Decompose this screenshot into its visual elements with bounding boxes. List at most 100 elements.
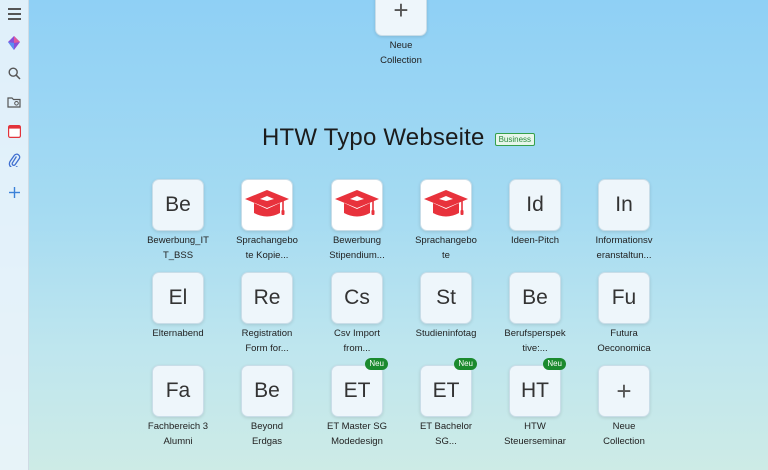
collection-tile[interactable]: ET Neu	[331, 358, 388, 417]
tile-abbreviation: Id	[526, 193, 544, 216]
collection-tile[interactable]: Cs	[331, 272, 383, 324]
tile-abbreviation: El	[168, 286, 188, 309]
graduation-cap-icon	[423, 188, 469, 222]
tile-label-line: ET Bachelor	[419, 421, 473, 432]
new-collection-label: Neue Collection	[380, 40, 422, 66]
collection-tile[interactable]: Be	[241, 365, 293, 417]
tile-label-line: Erdgas	[251, 436, 283, 447]
tile-label-line: Form for...	[245, 343, 289, 354]
tile-abbreviation: Be	[165, 193, 191, 216]
tile-abbreviation: Be	[522, 286, 548, 309]
collection-tile[interactable]: HT Neu	[509, 358, 566, 417]
tile-label-line: Berufsperspek	[504, 328, 566, 339]
tile-label[interactable]: Bewerbung Stipendium...	[315, 233, 399, 263]
tile-abbreviation: HT	[521, 379, 549, 402]
collection-tile[interactable]: Re	[241, 272, 293, 324]
business-badge: Business	[494, 132, 536, 146]
tile-abbreviation: In	[615, 193, 633, 216]
tile-abbreviation: ET	[343, 379, 371, 402]
tile-label[interactable]: Informationsv eranstaltun...	[582, 233, 666, 263]
tile-label-line: Modedesign	[331, 436, 383, 447]
hamburger-icon[interactable]	[3, 3, 25, 25]
tile-label-line: Studieninfotag	[415, 328, 477, 339]
search-icon[interactable]	[3, 62, 25, 84]
new-badge: Neu	[365, 358, 388, 370]
tile-label-line: SG...	[435, 436, 457, 447]
paperclip-icon[interactable]	[3, 149, 25, 171]
new-badge: Neu	[454, 358, 477, 370]
tile-label[interactable]: HTW Steuerseminar	[493, 419, 577, 449]
tile-label-line: Oeconomica	[597, 343, 651, 354]
tile-abbreviation: Be	[254, 379, 280, 402]
tile-label-line: from...	[343, 343, 371, 354]
tile-label[interactable]: Sprachangebo te	[404, 233, 488, 263]
collection-tile[interactable]: El	[152, 272, 204, 324]
diamond-icon[interactable]	[3, 32, 25, 54]
tile-label[interactable]: Studieninfotag	[404, 326, 488, 341]
tile-abbreviation: Re	[253, 286, 281, 309]
tile-label[interactable]: Fachbereich 3 Alumni	[136, 419, 220, 449]
collection-tile[interactable]: Be	[509, 272, 561, 324]
tile-label-line: eranstaltun...	[596, 250, 652, 261]
tile-label-line: tive:...	[522, 343, 548, 354]
tile-label[interactable]: Neue Collection	[582, 419, 666, 449]
tile-label-line: ET Master SG	[326, 421, 387, 432]
tile-label[interactable]: Csv Import from...	[315, 326, 399, 356]
collection-tile[interactable]: ET Neu	[420, 358, 477, 417]
tile-label[interactable]: Bewerbung_IT T_BSS	[136, 233, 220, 263]
tile-abbreviation: Fa	[165, 379, 191, 402]
tile-label-line: Alumni	[163, 436, 193, 447]
tile-label-line: Sprachangebo	[236, 235, 298, 246]
tile-label-line: Fachbereich 3	[147, 421, 209, 432]
tile-label[interactable]: Elternabend	[136, 326, 220, 341]
tile-label-line: HTW	[524, 421, 546, 432]
tile-label-line: Bewerbung	[332, 235, 382, 246]
new-collection-button[interactable]: +	[375, 0, 427, 36]
tile-abbreviation: Fu	[611, 286, 637, 309]
tile-label[interactable]: Sprachangebo te Kopie...	[225, 233, 309, 263]
collection-tile[interactable]	[241, 179, 293, 231]
graduation-cap-icon	[244, 188, 290, 222]
tile-label-line: Steuerseminar	[504, 436, 566, 447]
tile-abbreviation: ET	[432, 379, 460, 402]
collection-tile[interactable]	[331, 179, 383, 231]
tile-label-line: Ideen-Pitch	[510, 235, 560, 246]
tile-label[interactable]: Berufsperspek tive:...	[493, 326, 577, 356]
section-title: HTW Typo Webseite	[262, 124, 485, 151]
tile-label[interactable]: Registration Form for...	[225, 326, 309, 356]
tile-label-line: te Kopie...	[245, 250, 289, 261]
section-heading: HTW Typo Webseite Business	[262, 124, 536, 152]
collection-tile[interactable]: St	[420, 272, 472, 324]
tile-label-line: Informationsv	[595, 235, 653, 246]
tile-label-line: Csv Import	[334, 328, 380, 339]
tile-label-line: Registration	[241, 328, 293, 339]
tile-label-line: Elternabend	[152, 328, 204, 339]
tile-label[interactable]: ET Bachelor SG...	[404, 419, 488, 449]
new-collection-button[interactable]: +	[598, 365, 650, 417]
tile-label[interactable]: Beyond Erdgas	[225, 419, 309, 449]
tile-label-line: Stipendium...	[329, 250, 385, 261]
plus-icon[interactable]	[3, 181, 25, 203]
collection-tile[interactable]	[420, 179, 472, 231]
tile-label-line: Bewerbung_IT	[147, 235, 209, 246]
collection-tile[interactable]: Fu	[598, 272, 650, 324]
tile-abbreviation: St	[436, 286, 456, 309]
tile-label-line: Collection	[603, 436, 645, 447]
collection-tile[interactable]: In	[598, 179, 650, 231]
tile-label[interactable]: ET Master SG Modedesign	[315, 419, 399, 449]
tile-label[interactable]: Ideen-Pitch	[493, 233, 577, 248]
calendar-icon[interactable]	[3, 120, 25, 142]
folder-icon[interactable]	[3, 91, 25, 113]
plus-icon: +	[616, 375, 632, 406]
plus-icon: +	[393, 0, 409, 25]
graduation-cap-icon	[334, 188, 380, 222]
tile-label-line: Futura	[610, 328, 638, 339]
tile-label-line: te	[442, 250, 450, 261]
tile-label[interactable]: Futura Oeconomica	[582, 326, 666, 356]
sidebar	[0, 0, 29, 470]
new-badge: Neu	[543, 358, 566, 370]
collection-tile[interactable]: Be	[152, 179, 204, 231]
tile-label-line: T_BSS	[162, 250, 194, 261]
collection-tile[interactable]: Fa	[152, 365, 204, 417]
collection-tile[interactable]: Id	[509, 179, 561, 231]
